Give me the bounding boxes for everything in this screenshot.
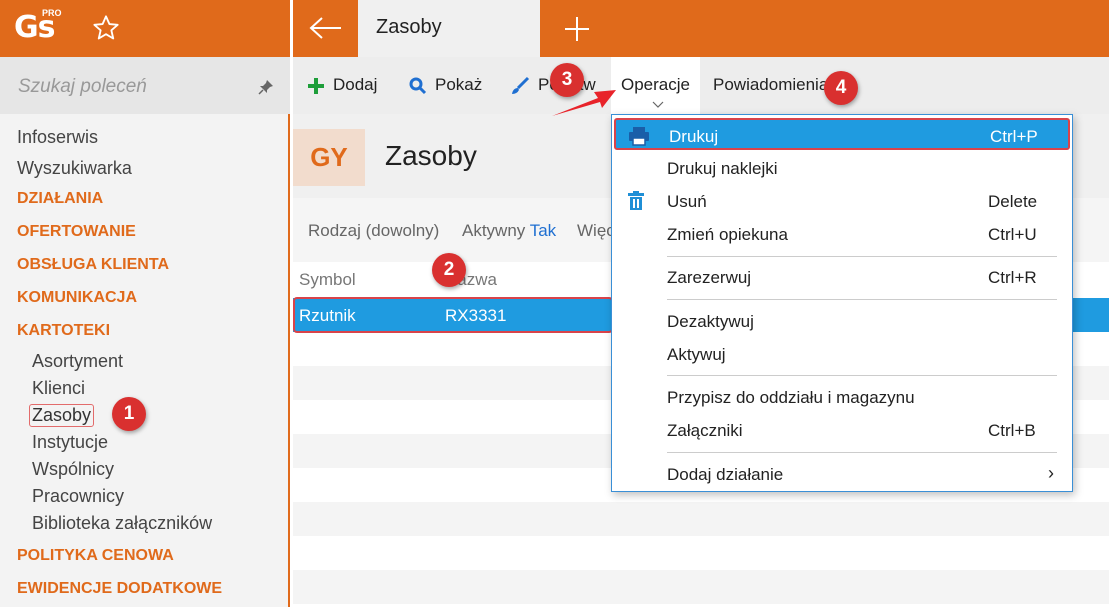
sidebar-section-dzialania[interactable]: DZIAŁANIA [17, 190, 103, 208]
sidebar: Szukaj poleceń Infoserwis Wyszukiwarka D… [0, 57, 290, 607]
menu-item-deactivate[interactable]: Dezaktywuj [612, 305, 1072, 337]
show-label: Pokaż [435, 75, 483, 94]
menu-item-change-owner[interactable]: Zmień opiekuna Ctrl+U [612, 218, 1072, 250]
favorites-area [70, 0, 290, 57]
callout-badge-1: 1 [112, 397, 146, 431]
toolbar: Dodaj Pokaż Popraw Operacje Powiadomieni… [293, 57, 1109, 114]
menu-label: Zmień opiekuna [667, 225, 788, 244]
sidebar-section-komunikacja[interactable]: KOMUNIKACJA [17, 289, 137, 307]
sidebar-section-ewidencje[interactable]: EWIDENCJE DODATKOWE [17, 580, 222, 598]
menu-label: Usuń [667, 192, 707, 211]
menu-item-print[interactable]: Drukuj Ctrl+P [614, 118, 1070, 150]
notifications-button[interactable]: Powiadomienia [713, 75, 828, 95]
tab-label: Zasoby [376, 16, 442, 38]
sidebar-item-pracownicy[interactable]: Pracownicy [32, 486, 124, 507]
callout-badge-4: 4 [824, 71, 858, 105]
callout-badge-3: 3 [550, 63, 584, 97]
menu-item-activate[interactable]: Aktywuj [612, 338, 1072, 370]
search-placeholder: Szukaj poleceń [18, 76, 147, 97]
sidebar-item-klienci[interactable]: Klienci [32, 378, 85, 399]
menu-shortcut: Ctrl+P [990, 127, 1038, 146]
operations-label: Operacje [621, 75, 690, 94]
sidebar-section-polityka-cenowa[interactable]: POLITYKA CENOWA [17, 547, 174, 565]
add-button[interactable]: Dodaj [307, 75, 377, 95]
sidebar-item-instytucje[interactable]: Instytucje [32, 432, 108, 453]
sidebar-item-wspolnicy[interactable]: Wspólnicy [32, 459, 114, 480]
filter-active[interactable]: Aktywny Tak [462, 221, 556, 241]
menu-item-print-labels[interactable]: Drukuj naklejki [612, 152, 1072, 184]
plus-icon [308, 77, 324, 94]
menu-separator [667, 375, 1057, 376]
menu-shortcut: Delete [988, 192, 1038, 211]
empty-row [293, 536, 1109, 570]
empty-row [293, 570, 1109, 604]
filter-active-label: Aktywny [462, 221, 526, 240]
back-button[interactable] [293, 0, 358, 57]
chevron-right-icon: › [1048, 463, 1054, 483]
menu-label: Zarezerwuj [667, 268, 752, 287]
menu-item-delete[interactable]: Usuń Delete [612, 185, 1072, 217]
menu-item-add-action[interactable]: Dodaj działanie › [612, 458, 1072, 490]
search-icon [409, 77, 427, 94]
menu-item-reserve[interactable]: Zarezerwuj Ctrl+R [612, 261, 1072, 293]
notifications-label: Powiadomienia [713, 75, 829, 94]
sidebar-item-asortyment[interactable]: Asortyment [32, 351, 123, 372]
sidebar-item-biblioteka[interactable]: Biblioteka załączników [32, 513, 212, 534]
filter-active-value: Tak [529, 221, 557, 240]
star-icon[interactable] [92, 14, 120, 42]
callout-badge-2: 2 [432, 253, 466, 287]
menu-shortcut: Ctrl+R [988, 268, 1037, 287]
filter-type[interactable]: Rodzaj (dowolny) [308, 221, 439, 241]
filter-more[interactable]: Więc [577, 221, 615, 241]
sidebar-item-infoserwis[interactable]: Infoserwis [17, 127, 98, 148]
new-tab-area [540, 0, 1109, 57]
arrow-left-icon [309, 17, 341, 39]
sidebar-item-wyszukiwarka[interactable]: Wyszukiwarka [17, 158, 132, 179]
page-title: Zasoby [385, 140, 477, 171]
menu-label: Dezaktywuj [667, 312, 754, 331]
top-bar: Gs PRO Zasoby [0, 0, 1109, 57]
brush-icon [512, 76, 530, 94]
menu-label: Drukuj [669, 127, 719, 146]
sidebar-section-obsluga-klienta[interactable]: OBSŁUGA KLIENTA [17, 256, 169, 274]
sidebar-item-zasoby[interactable]: Zasoby [29, 404, 95, 427]
plus-icon[interactable] [564, 16, 590, 42]
menu-shortcut: Ctrl+B [988, 421, 1036, 440]
tab-zasoby[interactable]: Zasoby [358, 0, 540, 57]
menu-item-attachments[interactable]: Załączniki Ctrl+B [612, 414, 1072, 446]
printer-icon [629, 127, 649, 146]
chevron-down-icon [652, 101, 664, 108]
sidebar-section-kartoteki[interactable]: KARTOTEKI [17, 322, 110, 340]
operations-menu: Drukuj Ctrl+P Drukuj naklejki Usuń Delet… [611, 114, 1073, 492]
menu-shortcut: Ctrl+U [988, 225, 1037, 244]
menu-item-assign-branch[interactable]: Przypisz do oddziału i magazynu [612, 381, 1072, 413]
menu-separator [667, 299, 1057, 300]
menu-label: Aktywuj [667, 345, 726, 364]
trash-icon [628, 191, 644, 210]
module-badge: GY [293, 129, 365, 186]
menu-label: Drukuj naklejki [667, 159, 778, 178]
logo-sup: PRO [42, 8, 62, 18]
pin-icon[interactable] [258, 79, 274, 95]
menu-label: Przypisz do oddziału i magazynu [667, 388, 915, 407]
menu-separator [667, 452, 1057, 453]
operations-button[interactable]: Operacje [611, 57, 700, 114]
column-header-symbol[interactable]: Symbol [299, 270, 356, 290]
app-logo[interactable]: Gs PRO [0, 0, 70, 57]
menu-label: Dodaj działanie [667, 465, 784, 484]
menu-label: Załączniki [667, 421, 743, 440]
sidebar-section-ofertowanie[interactable]: OFERTOWANIE [17, 223, 136, 241]
show-button[interactable]: Pokaż [409, 75, 482, 95]
selected-row-highlight [293, 297, 613, 333]
menu-separator [667, 256, 1057, 257]
command-search[interactable]: Szukaj poleceń [0, 57, 290, 114]
empty-row [293, 502, 1109, 536]
add-label: Dodaj [333, 75, 378, 94]
